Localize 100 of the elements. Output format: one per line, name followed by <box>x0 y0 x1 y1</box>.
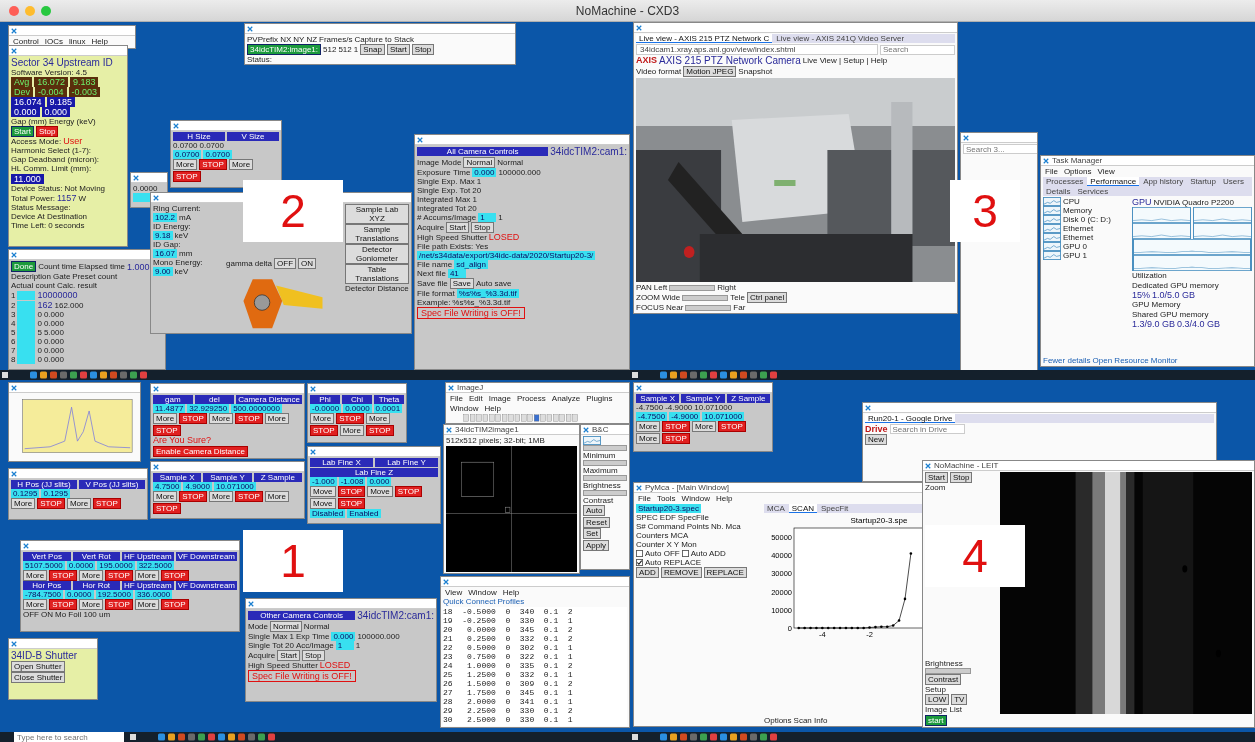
value-field[interactable]: 0.000 <box>367 477 392 486</box>
search-field[interactable]: Type here to search <box>14 732 124 742</box>
tab[interactable]: SCAN <box>788 504 817 513</box>
menu-item[interactable]: IOCs <box>42 37 66 46</box>
tab[interactable]: Run20-1 - Google Drive <box>865 414 956 423</box>
menu-item[interactable]: File <box>1043 167 1060 176</box>
stop-button[interactable]: STOP <box>662 421 690 432</box>
action-button[interactable]: More <box>11 498 36 509</box>
menu-item[interactable]: Plugins <box>584 394 615 403</box>
stop-button[interactable]: STOP <box>235 413 263 424</box>
value-field[interactable]: -0.0000 <box>310 404 342 413</box>
menu-item[interactable]: Options <box>1061 167 1094 176</box>
value-field[interactable]: 9.00 <box>153 267 173 276</box>
value-field[interactable] <box>17 290 36 300</box>
stop-button[interactable]: STOP <box>718 421 746 432</box>
action-button[interactable]: More <box>691 421 717 432</box>
stop-button[interactable]: STOP <box>337 486 366 497</box>
menu-item[interactable]: Window <box>466 588 499 597</box>
value-field[interactable]: Startup20-3.spec <box>636 504 701 513</box>
stop-button[interactable]: STOP <box>394 486 423 497</box>
action-button[interactable]: Stop <box>302 650 325 661</box>
tab[interactable]: App history <box>1140 177 1187 186</box>
stop-button[interactable]: STOP <box>37 498 65 509</box>
graph-thumbnail[interactable] <box>583 436 601 445</box>
link[interactable]: Profiles <box>497 597 525 606</box>
value-field[interactable]: 500.0000000 <box>231 404 282 413</box>
action-button[interactable]: Save <box>449 278 474 289</box>
menu-item[interactable]: Analyze <box>549 394 583 403</box>
action-button[interactable]: Sample Lab XYZ <box>345 204 409 224</box>
stop-button[interactable]: STOP <box>105 570 133 581</box>
stop-button[interactable]: STOP <box>93 498 121 509</box>
slider-track[interactable] <box>682 294 729 301</box>
action-button[interactable]: Move <box>367 486 393 497</box>
value-field[interactable]: 11.4877 <box>153 404 186 413</box>
menu-item[interactable]: Window <box>448 404 481 413</box>
menu-item[interactable]: File <box>448 394 465 403</box>
search-field[interactable]: Search <box>880 44 955 55</box>
graph-thumbnail[interactable] <box>1043 224 1061 233</box>
stop-button[interactable]: STOP <box>153 503 181 514</box>
action-button[interactable]: Apply <box>583 540 609 551</box>
menu-item[interactable]: Help <box>89 37 110 46</box>
stop-button[interactable]: STOP <box>336 413 364 424</box>
window-controls-icon[interactable] <box>8 4 52 17</box>
menu-item[interactable]: Control <box>11 37 41 46</box>
action-button[interactable]: More <box>153 491 178 502</box>
value-field[interactable]: 0.1295 <box>11 489 40 498</box>
stop-button[interactable]: STOP <box>179 491 207 502</box>
value-field[interactable]: 195.0000 <box>97 561 135 570</box>
action-button[interactable]: TV <box>951 694 968 705</box>
menu-item[interactable]: Window <box>679 494 713 503</box>
action-button[interactable]: Table Translations <box>345 264 409 284</box>
graph-thumbnail[interactable] <box>1043 251 1061 260</box>
tab[interactable]: Performance <box>1087 177 1140 186</box>
stop-button[interactable]: STOP <box>161 599 189 610</box>
stop-button[interactable]: STOP <box>49 599 77 610</box>
action-button[interactable]: More <box>66 498 92 509</box>
value-field[interactable]: 4.7500 <box>153 482 182 491</box>
tab[interactable]: Users <box>1220 177 1247 186</box>
action-button[interactable]: REPLACE <box>703 567 747 578</box>
action-button[interactable]: More <box>264 491 289 502</box>
menu-item[interactable]: File <box>636 494 653 503</box>
action-button[interactable]: Close Shutter <box>11 672 66 683</box>
value-field[interactable]: 16.07 <box>153 249 178 258</box>
action-button[interactable]: Start <box>277 650 301 661</box>
value-field[interactable]: 322.5000 <box>136 561 175 570</box>
stop-button[interactable]: STOP <box>310 425 338 436</box>
slider-track[interactable] <box>669 284 716 291</box>
value-field[interactable]: 336.0000 <box>134 590 173 599</box>
graph-thumbnail[interactable] <box>1043 197 1061 206</box>
stop-button[interactable]: Stop <box>35 126 59 137</box>
action-button[interactable]: More <box>310 413 335 424</box>
menu-item[interactable]: Help <box>482 404 503 413</box>
value-field[interactable]: 0.0000 <box>65 590 94 599</box>
go-button[interactable]: Start <box>11 126 34 137</box>
value-field[interactable]: -4.7500 <box>636 412 668 421</box>
value-field[interactable] <box>17 300 36 310</box>
value-field[interactable]: 0.000 <box>472 168 497 177</box>
value-field[interactable] <box>133 193 151 202</box>
menu-item[interactable]: Help <box>500 588 522 597</box>
action-button[interactable]: Move <box>310 486 336 497</box>
tab[interactable]: Details <box>1043 187 1074 196</box>
action-button[interactable]: Start <box>386 44 410 55</box>
value-field[interactable]: sd_align <box>454 260 488 269</box>
value-field[interactable]: 102.2 <box>153 213 178 222</box>
stop-button[interactable]: STOP <box>179 413 207 424</box>
search-field[interactable]: Search 3... <box>963 144 1037 154</box>
value-field[interactable]: /net/s34data/export/34idc-data/2020/Startup20-3/ <box>417 251 596 260</box>
action-button[interactable]: ADD <box>636 567 659 578</box>
action-button[interactable]: Ctrl panel <box>746 292 788 303</box>
value-field[interactable]: -1.000 <box>310 477 337 486</box>
action-button[interactable]: More <box>134 599 159 610</box>
value-field[interactable]: 0.0000 <box>66 561 96 570</box>
action-button[interactable]: Stop <box>471 222 494 233</box>
link[interactable]: Open Resource Monitor <box>1092 356 1178 365</box>
value-field[interactable]: 0.0001 <box>373 404 403 413</box>
slider-track[interactable] <box>583 475 627 481</box>
action-button[interactable]: More <box>23 599 48 610</box>
tab[interactable]: Live view - AXIS 215 PTZ Network C <box>636 34 773 43</box>
link[interactable]: Fewer details <box>1043 356 1091 365</box>
action-button[interactable]: More <box>208 491 234 502</box>
